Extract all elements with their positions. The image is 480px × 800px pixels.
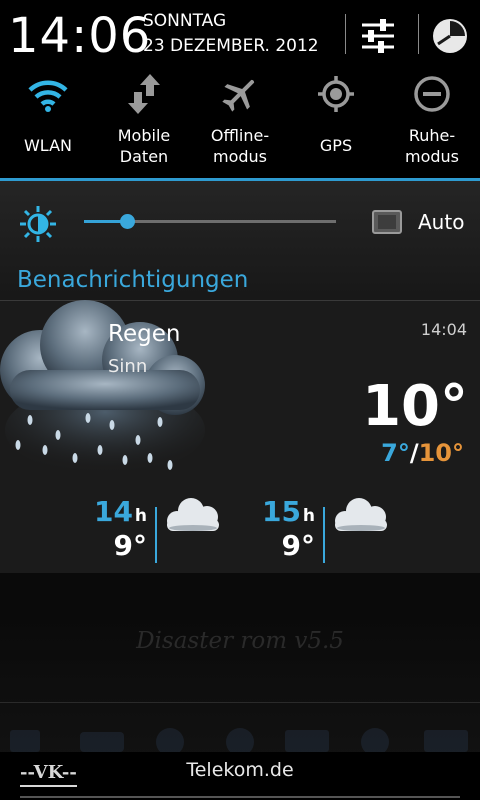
profile-clock-icon [433, 19, 467, 53]
cloud-icon [167, 498, 219, 531]
forecast-item: 15 h 9° [233, 495, 393, 565]
settings-button[interactable] [356, 16, 400, 56]
do-not-disturb-icon [414, 76, 450, 112]
header-divider [345, 14, 346, 54]
settings-sliders-icon [362, 19, 394, 53]
bottom-divider [0, 702, 480, 703]
carrier-bar: --VK-- Telekom.de [0, 752, 480, 800]
carrier-label: Telekom.de [186, 759, 294, 781]
date-label: 23 DEZEMBER. 2012 [143, 36, 319, 56]
brightness-row: Auto [0, 196, 480, 252]
toggle-label: Ruhe- modus [404, 126, 459, 166]
forecast-hour: 15 [262, 495, 301, 528]
toggle-label: Mobile Daten [117, 126, 171, 166]
forecast-hour-unit: h [134, 506, 147, 526]
dock-shadow-icons [10, 728, 468, 752]
profile-button[interactable] [430, 16, 470, 56]
wifi-icon [28, 80, 68, 112]
notifications-header: Benachrichtigungen [17, 267, 249, 293]
max-temperature: 10° [418, 439, 464, 467]
toggle-label: WLAN [23, 136, 72, 155]
clock[interactable]: 14:06 [8, 6, 151, 66]
weather-updated-time: 14:04 [420, 320, 467, 339]
toggle-offline-mode[interactable]: Offline- modus [192, 74, 288, 178]
temperature-range: 7°/10° [381, 438, 464, 468]
auto-brightness-checkbox[interactable] [372, 210, 402, 234]
brightness-icon[interactable] [18, 204, 58, 244]
toggle-gps[interactable]: GPS [288, 74, 384, 178]
brightness-slider-thumb[interactable] [119, 214, 135, 229]
rom-watermark: Disaster rom v5.5 [136, 628, 344, 654]
toggle-label: Offline- modus [210, 126, 270, 166]
mobile-data-icon [128, 74, 160, 114]
status-header: 14:06 SONNTAG 23 DEZEMBER. 2012 [0, 0, 480, 74]
toggle-silent-mode[interactable]: Ruhe- modus [384, 74, 480, 178]
weather-notification[interactable]: Regen Sinn 14:04 10° 7°/10° 14 h 9° 15 h… [0, 300, 480, 573]
brightness-slider[interactable] [84, 214, 336, 229]
forecast-temperature: 9° [113, 529, 147, 562]
forecast-divider [323, 507, 325, 563]
gps-icon [318, 76, 354, 112]
toggle-label: GPS [319, 136, 353, 155]
quick-toggles: WLAN Mobile Daten Offline- modus GPS Ruh… [0, 74, 480, 178]
min-temperature: 7° [381, 439, 410, 467]
current-temperature: 10° [362, 374, 468, 439]
auto-brightness-label: Auto [418, 210, 465, 234]
toggle-wlan[interactable]: WLAN [0, 74, 96, 178]
forecast-divider [155, 507, 157, 563]
header-divider [418, 14, 419, 54]
drag-handle[interactable] [20, 796, 460, 798]
forecast-item: 14 h 9° [65, 495, 225, 565]
cloud-icon [335, 498, 387, 531]
airplane-icon [222, 79, 255, 112]
range-separator: / [409, 439, 419, 467]
weather-location: Sinn [108, 356, 148, 377]
toggle-mobile-data[interactable]: Mobile Daten [96, 74, 192, 178]
forecast-hour: 14 [94, 495, 133, 528]
forecast-temperature: 9° [281, 529, 315, 562]
forecast-hour-unit: h [302, 506, 315, 526]
weather-condition: Regen [108, 321, 181, 347]
weekday-label: SONNTAG [143, 11, 227, 31]
